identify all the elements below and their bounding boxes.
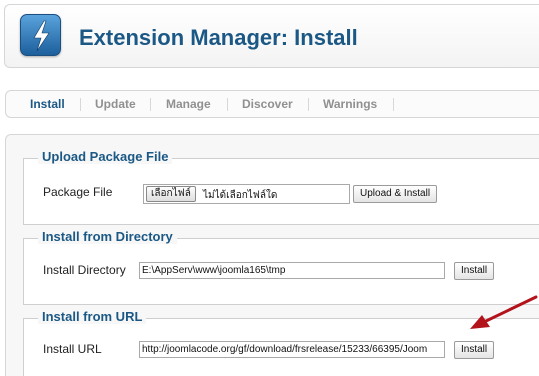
tab-separator <box>227 98 228 111</box>
package-file-label: Package File <box>43 185 113 199</box>
tab-manage[interactable]: Manage <box>166 97 211 111</box>
page-header: Extension Manager: Install <box>4 4 539 68</box>
install-url-legend: Install from URL <box>38 309 147 324</box>
tab-separator <box>80 98 81 111</box>
tab-separator <box>393 98 394 111</box>
install-directory-fieldset: Install from Directory Install Directory… <box>23 229 539 305</box>
install-directory-button[interactable]: Install <box>454 262 495 280</box>
install-directory-label: Install Directory <box>43 263 126 277</box>
tab-bar: Install Update Manage Discover Warnings <box>5 90 539 118</box>
tab-discover[interactable]: Discover <box>242 97 293 111</box>
install-directory-input[interactable]: E:\AppServ\www\joomla165\tmp <box>139 262 445 279</box>
choose-file-button[interactable]: เลือกไฟล์ <box>146 186 196 202</box>
page-title: Extension Manager: Install <box>79 25 358 50</box>
tab-install[interactable]: Install <box>30 97 65 111</box>
package-file-input[interactable]: เลือกไฟล์ ไม่ได้เลือกไฟล์ใด <box>143 184 350 204</box>
tab-update[interactable]: Update <box>95 97 136 111</box>
tab-separator <box>308 98 309 111</box>
tab-separator <box>150 98 151 111</box>
install-url-button[interactable]: Install <box>454 341 495 359</box>
no-file-chosen-text: ไม่ได้เลือกไฟล์ใด <box>203 190 278 201</box>
upload-install-button[interactable]: Upload & Install <box>353 185 438 203</box>
upload-package-legend: Upload Package File <box>38 149 173 164</box>
upload-package-fieldset: Upload Package File Package File เลือกไฟ… <box>23 149 539 225</box>
tab-warnings[interactable]: Warnings <box>323 97 377 111</box>
install-directory-legend: Install from Directory <box>38 229 177 244</box>
bolt-icon <box>20 14 61 56</box>
install-url-fieldset: Install from URL Install URL http://joom… <box>23 309 539 376</box>
install-url-label: Install URL <box>43 342 102 356</box>
install-panel: Upload Package File Package File เลือกไฟ… <box>5 134 539 376</box>
install-url-input[interactable]: http://joomlacode.org/gf/download/frsrel… <box>139 341 445 358</box>
